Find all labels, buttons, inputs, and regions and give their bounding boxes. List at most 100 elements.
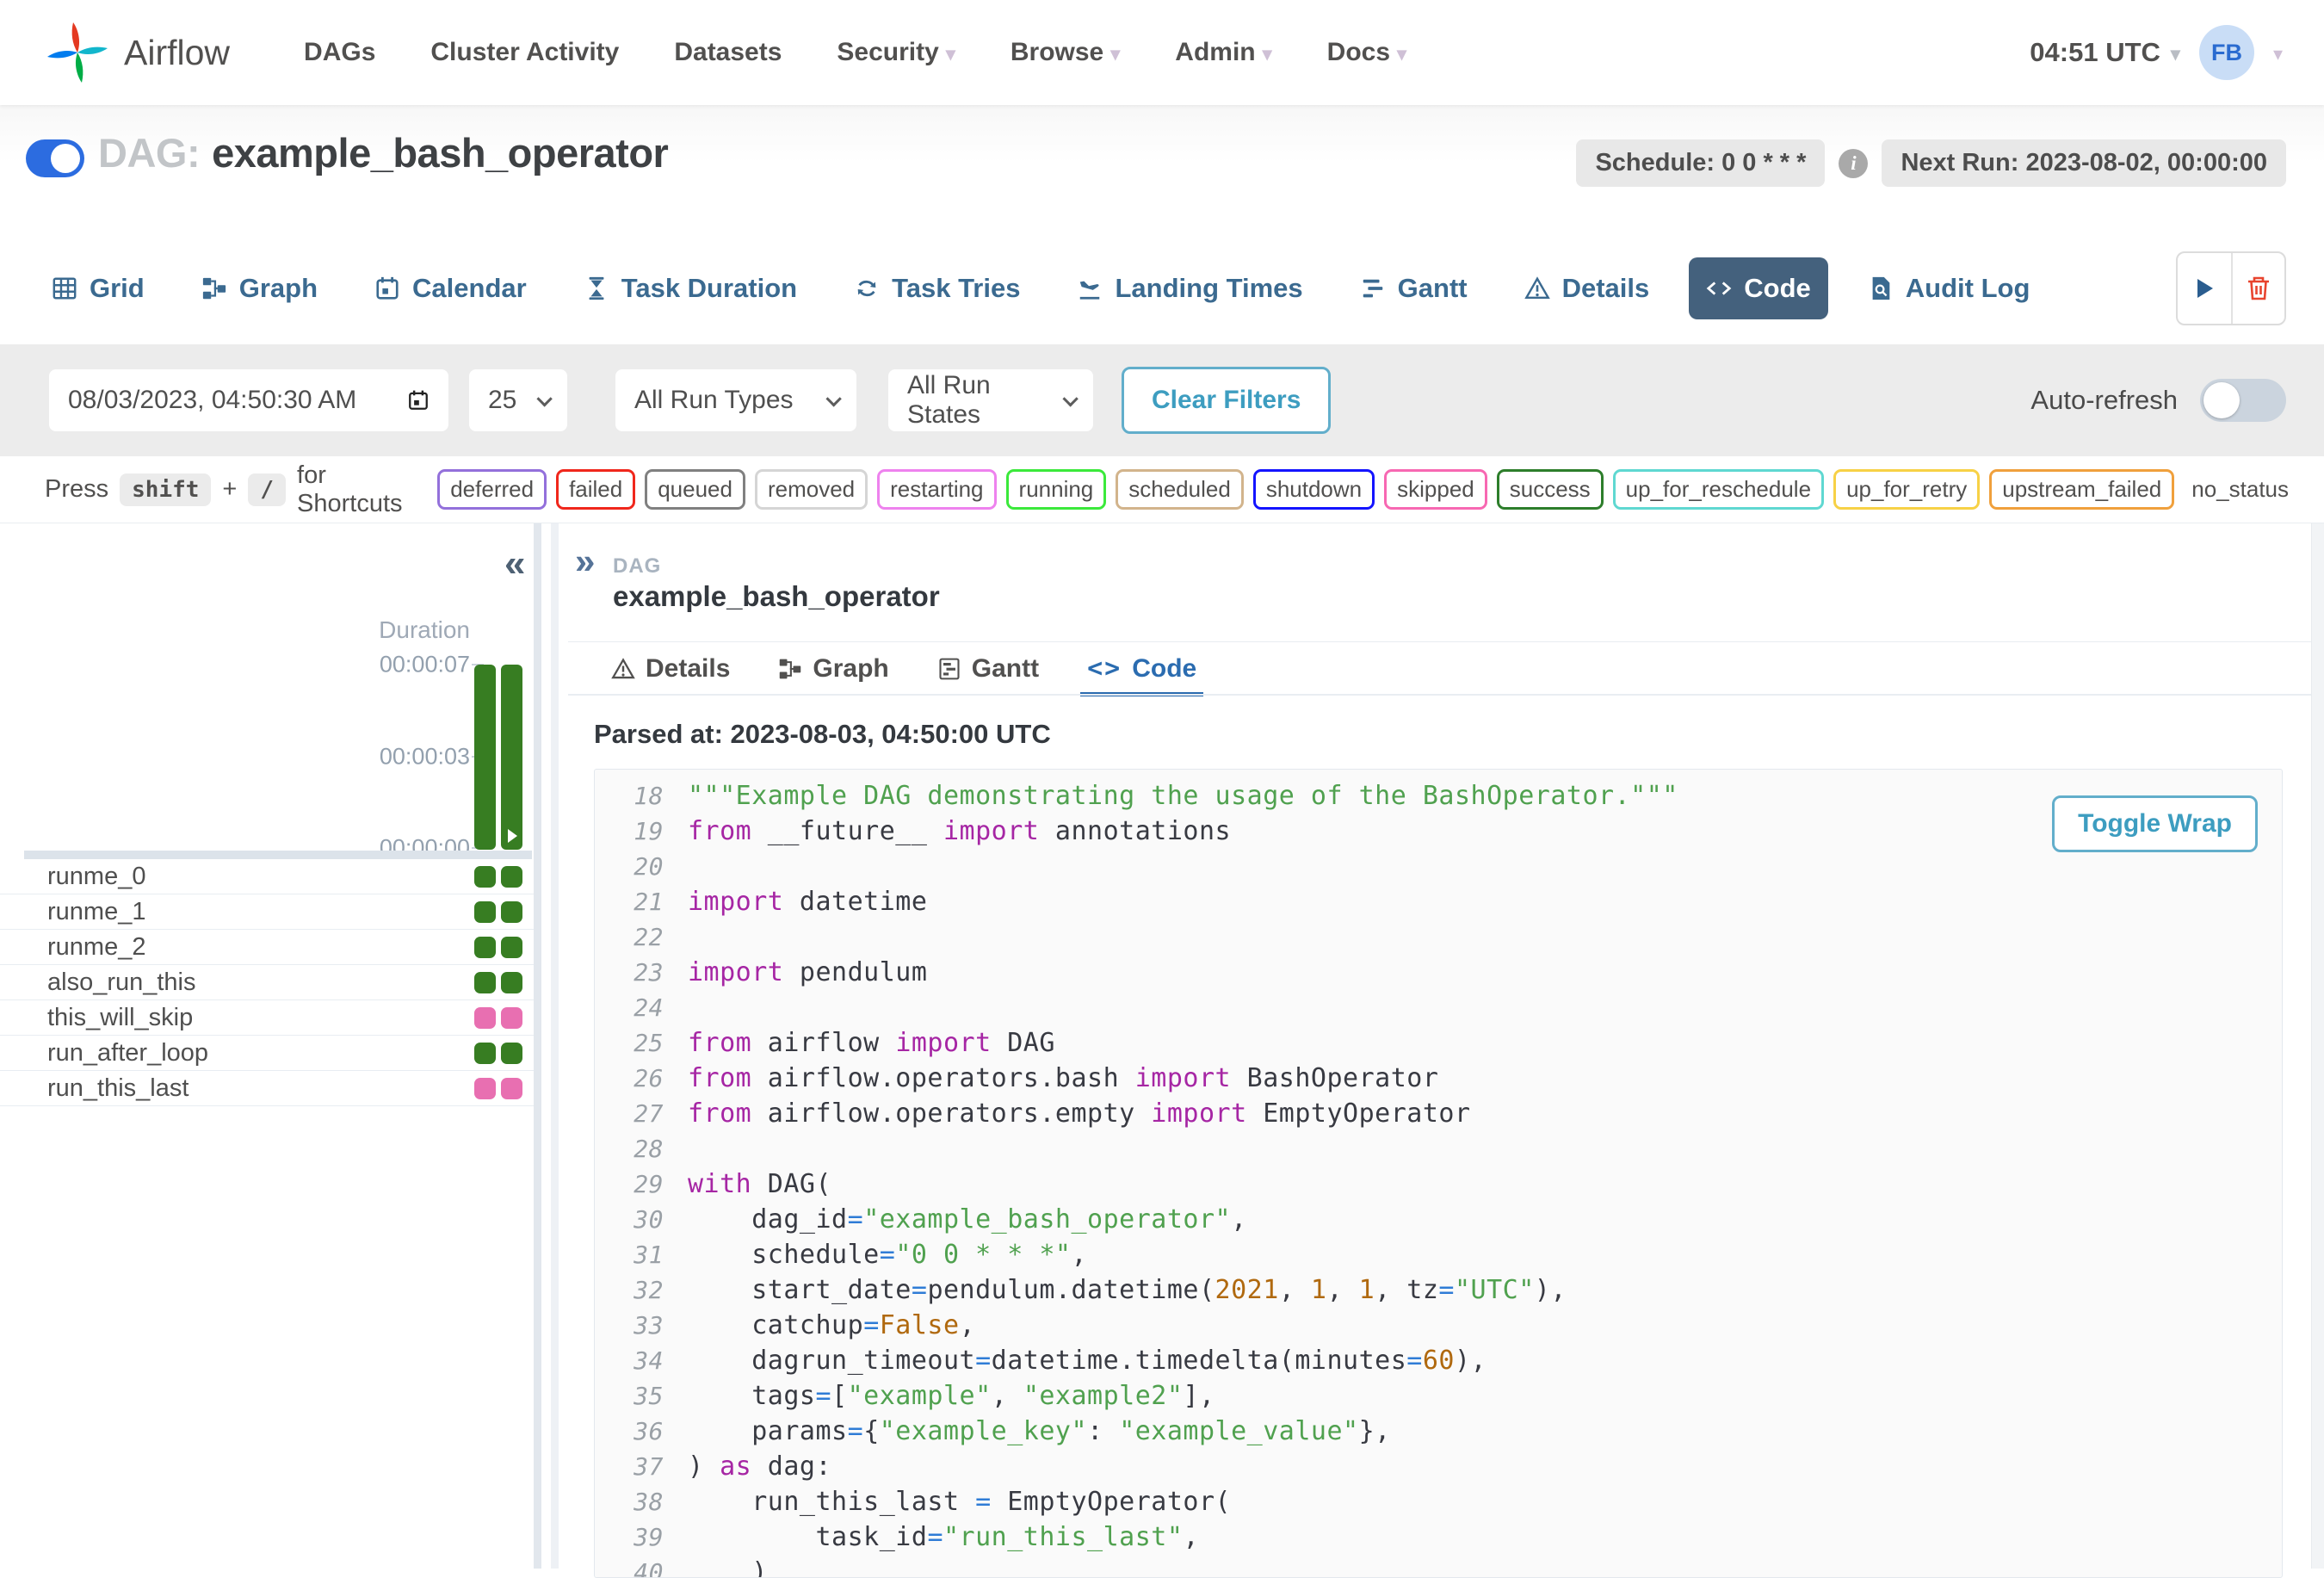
task-instance-skipped[interactable]: [474, 1007, 496, 1029]
task-name[interactable]: run_after_loop: [47, 1039, 208, 1067]
tab-calendar[interactable]: Calendar: [357, 257, 544, 319]
task-name[interactable]: this_will_skip: [47, 1004, 193, 1032]
code-line-21: 21 import datetime: [603, 884, 2282, 919]
nav-item-security[interactable]: Security▾: [837, 38, 955, 67]
task-instance-success[interactable]: [501, 972, 522, 993]
tab-task-tries[interactable]: Task Tries: [837, 257, 1037, 319]
panel-divider-handle[interactable]: [551, 523, 559, 1569]
nav-item-docs[interactable]: Docs▾: [1327, 38, 1406, 67]
tab-code[interactable]: <> Code: [1087, 643, 1196, 694]
line-number: 36: [603, 1414, 664, 1449]
dag-pause-toggle[interactable]: [26, 139, 84, 177]
collapse-panel-icon[interactable]: «: [504, 542, 525, 585]
legend-badge-skipped[interactable]: skipped: [1384, 469, 1487, 510]
audit-log-icon: [1868, 275, 1894, 301]
legend-badge-failed[interactable]: failed: [556, 469, 635, 510]
task-row-also_run_this: also_run_this: [0, 965, 534, 1000]
task-instance-skipped[interactable]: [501, 1007, 522, 1029]
code-text: import datetime: [688, 884, 927, 919]
task-name[interactable]: runme_1: [47, 898, 145, 926]
task-name[interactable]: runme_0: [47, 863, 145, 891]
task-name[interactable]: also_run_this: [47, 968, 196, 997]
nav-item-cluster-activity[interactable]: Cluster Activity: [430, 38, 619, 67]
tab-audit-log[interactable]: Audit Log: [1851, 257, 2048, 319]
task-instance-success[interactable]: [474, 937, 496, 958]
panel-divider[interactable]: [534, 523, 541, 1569]
toggle-wrap-button[interactable]: Toggle Wrap: [2052, 795, 2258, 852]
code-line-37: 37) as dag:: [603, 1449, 2282, 1484]
legend-badge-running[interactable]: running: [1006, 469, 1107, 510]
dag-run-bar[interactable]: [474, 665, 496, 850]
legend-badge-restarting[interactable]: restarting: [877, 469, 996, 510]
task-instance-success[interactable]: [474, 972, 496, 993]
tab-gantt[interactable]: Gantt: [937, 643, 1039, 694]
code-text: schedule="0 0 * * *",: [688, 1237, 1087, 1272]
chart-divider: [24, 851, 532, 859]
delete-dag-button[interactable]: [2231, 253, 2284, 324]
code-line-33: 33 catchup=False,: [603, 1308, 2282, 1343]
task-instance-success[interactable]: [501, 901, 522, 923]
nav-item-dags[interactable]: DAGs: [304, 38, 375, 67]
legend-badge-up_for_retry[interactable]: up_for_retry: [1833, 469, 1980, 510]
legend-badge-queued[interactable]: queued: [645, 469, 745, 510]
code-icon: <>: [1087, 653, 1122, 684]
auto-refresh-toggle[interactable]: [2200, 379, 2286, 422]
expand-panel-icon[interactable]: »: [575, 541, 595, 582]
task-instance-skipped[interactable]: [501, 1078, 522, 1099]
task-name[interactable]: runme_2: [47, 933, 145, 962]
legend-badge-up_for_reschedule[interactable]: up_for_reschedule: [1613, 469, 1824, 510]
landing-plane-icon: [1077, 275, 1103, 301]
task-instance-success[interactable]: [474, 901, 496, 923]
line-number: 29: [603, 1166, 664, 1202]
tab-details[interactable]: Details: [1507, 257, 1667, 319]
info-icon[interactable]: i: [1839, 149, 1868, 178]
task-instance-skipped[interactable]: [474, 1078, 496, 1099]
tab-details[interactable]: Details: [611, 643, 730, 694]
clear-filters-button[interactable]: Clear Filters: [1122, 367, 1331, 434]
legend-badge-removed[interactable]: removed: [755, 469, 868, 510]
line-number: 17: [603, 769, 664, 778]
brand-name: Airflow: [124, 33, 230, 73]
date-filter-input[interactable]: 08/03/2023, 04:50:30 AM: [49, 369, 448, 431]
tab-gantt[interactable]: Gantt: [1343, 257, 1485, 319]
run-types-select[interactable]: All Run Types: [615, 369, 856, 431]
scrollbar[interactable]: [2311, 523, 2324, 1569]
tab-graph[interactable]: Graph: [778, 643, 888, 694]
caret-down-icon[interactable]: ▾: [2273, 43, 2283, 65]
nav-item-datasets[interactable]: Datasets: [674, 38, 782, 67]
schedule-badge: Schedule: 0 0 * * *: [1576, 139, 1825, 187]
nav-item-browse[interactable]: Browse▾: [1011, 38, 1120, 67]
task-name[interactable]: run_this_last: [47, 1074, 189, 1103]
line-number: 21: [603, 884, 664, 919]
tab-grid[interactable]: Grid: [34, 257, 162, 319]
task-instance-success[interactable]: [501, 1043, 522, 1064]
task-instance-success[interactable]: [474, 866, 496, 888]
task-instance-success[interactable]: [474, 1043, 496, 1064]
tab-graph[interactable]: Graph: [184, 257, 335, 319]
trigger-dag-button[interactable]: [2178, 253, 2231, 324]
nav-item-admin[interactable]: Admin▾: [1175, 38, 1271, 67]
legend-badge-no_status[interactable]: no_status: [2184, 469, 2291, 510]
divider: [568, 641, 2324, 642]
task-instance-success[interactable]: [501, 866, 522, 888]
legend-badge-success[interactable]: success: [1497, 469, 1604, 510]
code-viewer: Toggle Wrap 17# under the License.18"""E…: [594, 769, 2283, 1578]
clock-dropdown[interactable]: 04:51 UTC▾: [2030, 37, 2180, 68]
tab-code[interactable]: Code: [1689, 257, 1828, 319]
code-line-40: 40 ): [603, 1555, 2282, 1578]
tab-task-duration[interactable]: Task Duration: [566, 257, 814, 319]
tab-landing-times[interactable]: Landing Times: [1060, 257, 1320, 319]
task-instance-success[interactable]: [501, 937, 522, 958]
legend-badge-scheduled[interactable]: scheduled: [1116, 469, 1244, 510]
calendar-small-icon: [407, 388, 430, 412]
avatar[interactable]: FB: [2199, 25, 2254, 80]
run-states-select[interactable]: All Run States: [888, 369, 1093, 431]
dag-run-bar[interactable]: [501, 665, 522, 850]
airflow-brand[interactable]: Airflow: [45, 20, 230, 85]
code-text: ) as dag:: [688, 1449, 831, 1484]
legend-badge-shutdown[interactable]: shutdown: [1253, 469, 1375, 510]
legend-badge-deferred[interactable]: deferred: [437, 469, 547, 510]
legend-badge-upstream_failed[interactable]: upstream_failed: [1989, 469, 2174, 510]
page-size-select[interactable]: 25: [469, 369, 567, 431]
code-line-26: 26from airflow.operators.bash import Bas…: [603, 1061, 2282, 1096]
